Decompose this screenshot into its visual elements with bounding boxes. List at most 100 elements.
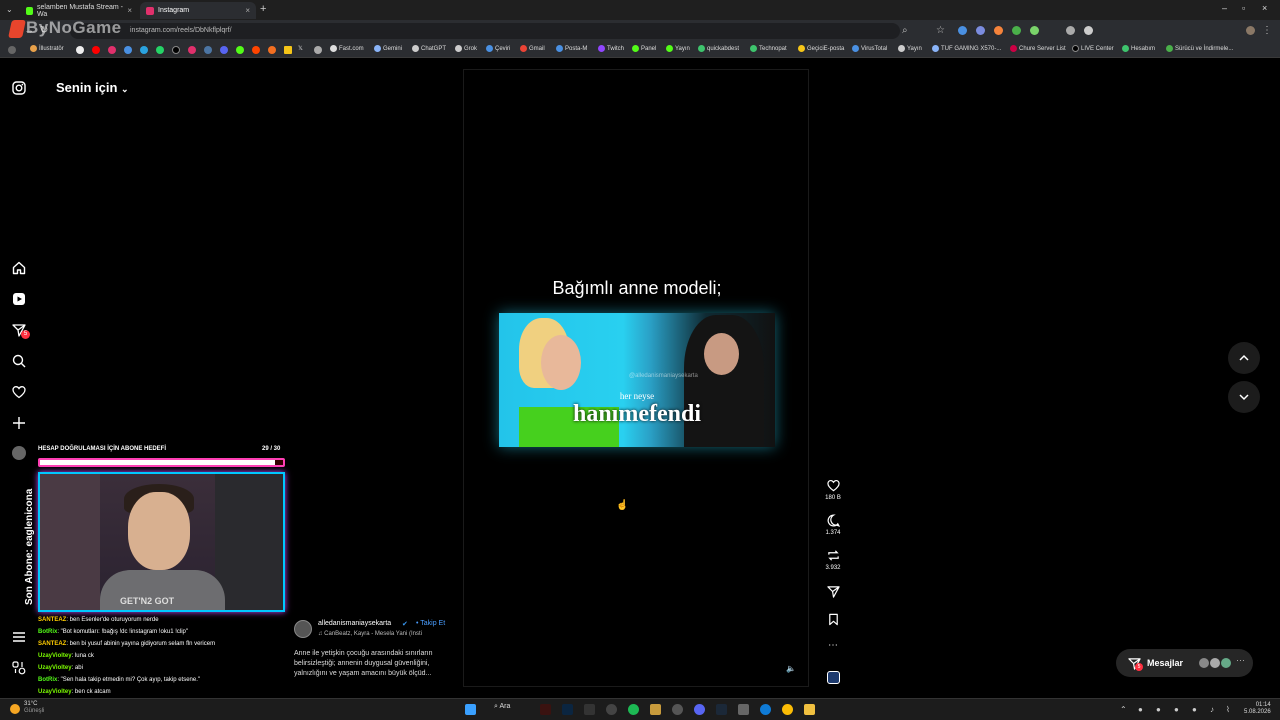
bookmark-item[interactable]: GeçiciE-posta — [798, 45, 844, 52]
messages-button[interactable]: 5 Mesajlar ⋯ — [1116, 649, 1253, 677]
share-button[interactable] — [822, 585, 844, 601]
extension-icon[interactable] — [958, 26, 967, 35]
instagram-icon[interactable] — [108, 46, 116, 54]
maximize-icon[interactable]: ▫ — [1242, 3, 1245, 13]
profile-icon[interactable] — [11, 445, 27, 461]
heart-icon[interactable] — [11, 384, 27, 400]
send-icon[interactable]: 5 — [11, 322, 30, 339]
bookmark-item[interactable]: Gemini — [374, 45, 402, 52]
follow-button[interactable]: • Takip Et — [416, 620, 445, 627]
apps-icon[interactable] — [8, 46, 16, 54]
bookmark-item[interactable]: Hesabım — [1122, 45, 1155, 52]
tiktok-icon[interactable] — [172, 46, 180, 54]
author-avatar[interactable] — [294, 620, 312, 638]
home-icon[interactable] — [11, 260, 27, 276]
tray-icon[interactable]: ● — [1192, 705, 1197, 714]
repost-button[interactable]: 3.932 — [822, 549, 844, 571]
bookmark-icon[interactable] — [284, 46, 292, 54]
instagram-icon[interactable] — [11, 80, 27, 96]
bookmark-item[interactable]: Yayın — [898, 45, 922, 52]
comment-button[interactable]: 1.374 — [822, 514, 844, 536]
bookmark-item[interactable]: Grok — [455, 45, 477, 52]
extension-icon[interactable] — [994, 26, 1003, 35]
edge-icon[interactable] — [760, 704, 771, 715]
bookmark-item[interactable]: Technopat — [750, 45, 787, 52]
menu-icon[interactable] — [11, 629, 27, 645]
bookmark-item[interactable]: Chure Server List — [1010, 45, 1066, 52]
discord-icon[interactable] — [694, 704, 705, 715]
youtube-icon[interactable] — [92, 46, 100, 54]
app-icon[interactable] — [738, 704, 749, 715]
zoom-icon[interactable]: ⌕ — [902, 25, 908, 36]
bookmark-icon[interactable] — [314, 46, 322, 54]
bookmark-icon[interactable] — [124, 46, 132, 54]
bookmark-item[interactable]: VirusTotal — [852, 45, 887, 52]
bookmark-item[interactable]: İllustratör — [30, 45, 64, 52]
clock[interactable]: 01:14 5.08.2026 — [1244, 702, 1271, 716]
bookmark-item[interactable]: TUF GAMING X570-... — [932, 45, 1001, 52]
app-icon[interactable] — [606, 704, 617, 715]
bookmark-icon[interactable] — [268, 46, 276, 54]
taskbar-search[interactable]: ⌕ Ara — [494, 703, 510, 711]
chrome-icon[interactable] — [782, 704, 793, 715]
feed-selector[interactable]: Senin için ⌄ — [56, 80, 129, 95]
reel-description[interactable]: Anne ile yetişkin çocuğu arasındaki sını… — [294, 649, 454, 679]
windows-start-icon[interactable] — [465, 704, 476, 715]
google-icon[interactable] — [76, 46, 84, 54]
app-icon[interactable] — [672, 704, 683, 715]
like-button[interactable]: 180 B — [822, 479, 844, 501]
previous-reel-button[interactable] — [1228, 342, 1260, 374]
tray-chevron-icon[interactable]: ⌃ — [1120, 705, 1127, 714]
bookmark-item[interactable]: Çeviri — [486, 45, 510, 52]
close-window-icon[interactable]: × — [1262, 3, 1267, 13]
telegram-icon[interactable] — [140, 46, 148, 54]
save-button[interactable] — [822, 613, 844, 629]
new-tab-button[interactable]: + — [260, 3, 266, 15]
create-icon[interactable] — [11, 415, 27, 431]
reddit-icon[interactable] — [252, 46, 260, 54]
reel-video[interactable]: Bağımlı anne modeli; @alledanismaniaysek… — [463, 69, 809, 687]
audio-thumbnail[interactable] — [822, 671, 844, 684]
search-icon[interactable] — [11, 353, 27, 369]
bookmark-item[interactable]: Fast.com — [330, 45, 364, 52]
app-icon[interactable] — [584, 704, 595, 715]
bookmark-item[interactable]: Sürücü ve İndirmele... — [1166, 45, 1233, 52]
mute-icon[interactable]: 🔈 — [786, 664, 796, 673]
bookmark-item[interactable]: Yayın — [666, 45, 690, 52]
kick-icon[interactable] — [236, 46, 244, 54]
folder-icon[interactable] — [804, 704, 815, 715]
minimize-icon[interactable]: – — [1222, 3, 1227, 13]
tab-instagram[interactable]: Instagram × — [140, 2, 256, 19]
file-explorer-icon[interactable] — [650, 704, 661, 715]
whatsapp-icon[interactable] — [156, 46, 164, 54]
music-track[interactable]: ♫ CanBeatz, Kayra - Mesela Yani (Insti — [318, 631, 422, 637]
bookmark-item[interactable]: ChatGPT — [412, 45, 446, 52]
bookmark-item[interactable]: quickabdest — [698, 45, 739, 52]
more-icon[interactable]: ⋯ — [1236, 655, 1245, 666]
author-name[interactable]: alledanismaniaysekarta — [318, 620, 391, 627]
wifi-icon[interactable]: ⌇ — [1226, 705, 1230, 714]
instagram-icon[interactable] — [188, 46, 196, 54]
tab-search-icon[interactable]: ⌄ — [6, 5, 13, 14]
volume-icon[interactable]: ♪ — [1210, 705, 1214, 714]
bookmark-item[interactable]: Posta-M — [556, 45, 587, 52]
illustrator-icon[interactable] — [540, 704, 551, 715]
discord-icon[interactable] — [220, 46, 228, 54]
tab-close-icon[interactable]: × — [245, 6, 250, 15]
tray-icon[interactable]: ● — [1174, 705, 1179, 714]
tray-icon[interactable]: ● — [1156, 705, 1161, 714]
next-reel-button[interactable] — [1228, 381, 1260, 413]
bookmark-item[interactable]: Twitch — [598, 45, 624, 52]
spotify-icon[interactable] — [628, 704, 639, 715]
extension-icon[interactable] — [1066, 26, 1075, 35]
bookmark-star-icon[interactable]: ☆ — [936, 25, 945, 36]
meta-icon[interactable] — [11, 660, 27, 676]
x-icon[interactable]: 𝕏 — [298, 45, 303, 52]
bookmark-item[interactable]: Gmail — [520, 45, 545, 52]
url-input[interactable]: instagram.com/reels/DbNkflplqrf/ — [70, 23, 900, 39]
weather-icon[interactable] — [10, 704, 20, 714]
bookmark-item[interactable]: Panel — [632, 45, 656, 52]
bookmark-item[interactable]: LIVE Center — [1072, 45, 1114, 52]
weather-widget[interactable]: 31°C Güneşli — [24, 701, 44, 715]
reels-icon[interactable] — [11, 291, 27, 307]
